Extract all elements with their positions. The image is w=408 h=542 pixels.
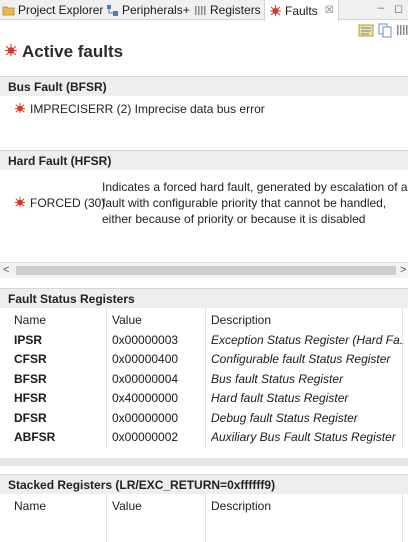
fault-bug-icon [14,196,26,211]
desc-line: either because of priority or because it… [102,212,366,226]
tab-label: Peripherals+ [122,3,190,17]
bus-fault-label: IMPRECISERR (2) Imprecise data bus error [30,102,265,116]
column-divider [205,494,206,542]
register-value: 0x00000000 [112,411,179,425]
hard-fault-description: Indicates a forced hard fault, generated… [102,179,408,227]
column-header-value[interactable]: Value [112,499,142,513]
scrollbar-thumb[interactable] [16,266,396,275]
registers-icon [194,4,207,17]
clear-icon[interactable] [358,23,374,38]
copy-icon[interactable] [377,23,393,38]
column-divider [106,494,107,542]
column-header-name[interactable]: Name [14,313,46,327]
fault-bug-icon [14,102,26,117]
bus-fault-entry: IMPRECISERR (2) Imprecise data bus error [14,102,265,117]
register-name: HFSR [14,391,47,405]
scroll-right-arrow[interactable]: > [400,264,406,276]
register-name: BFSR [14,372,47,386]
hard-fault-label: FORCED (30) [30,196,106,210]
view-tab-bar: Project Explorer Peripherals+ Registers … [0,0,408,21]
register-description: Exception Status Register (Hard Fa... [211,333,404,347]
register-description: Debug fault Status Register [211,411,358,425]
register-description: Configurable fault Status Register [211,352,391,366]
desc-line: Indicates a forced hard fault, generated… [102,180,408,194]
horizontal-scrollbar[interactable]: < > [0,262,408,278]
tab-registers[interactable]: Registers [194,0,261,20]
tab-label: Faults [285,3,318,18]
stacked-registers-title: Stacked Registers (LR/EXC_RETURN=0xfffff… [0,474,408,494]
column-divider [402,494,403,542]
register-value: 0x00000003 [112,333,179,347]
register-description: Auxiliary Bus Fault Status Register [211,430,396,444]
register-description: Hard fault Status Register [211,391,349,405]
register-name: DFSR [14,411,47,425]
register-value: 0x00000002 [112,430,179,444]
desc-line: fault with configurable priority that ca… [102,196,387,210]
tab-label: Project Explorer [18,3,104,17]
column-divider [205,308,206,448]
column-divider [106,308,107,448]
tab-peripherals[interactable]: Peripherals+ [106,0,190,20]
peripherals-icon [106,4,119,17]
page-title: Active faults [22,42,124,61]
fault-status-title: Fault Status Registers [0,288,408,308]
register-name: ABFSR [14,430,56,444]
scroll-left-arrow[interactable]: < [3,264,9,276]
active-faults-heading: Active faults [4,42,123,62]
folder-icon [2,4,15,17]
register-value: 0x00000400 [112,352,179,366]
column-header-description[interactable]: Description [211,313,271,327]
column-header-name[interactable]: Name [14,499,46,513]
register-value: 0x40000000 [112,391,179,405]
register-value: 0x00000004 [112,372,179,386]
section-divider [0,458,408,466]
minimize-icon[interactable]: – [378,2,384,14]
hard-fault-entry: FORCED (30) [14,196,105,211]
close-icon[interactable]: ☒ [325,5,334,16]
hard-fault-title: Hard Fault (HFSR) [0,150,408,170]
register-name: IPSR [14,333,43,347]
tab-project-explorer[interactable]: Project Explorer [2,0,103,20]
tab-label: Registers [210,3,261,17]
column-header-value[interactable]: Value [112,313,142,327]
view-toolbar [0,21,408,40]
maximize-icon[interactable]: ◻ [394,2,403,15]
tab-faults[interactable]: Faults ☒ [264,0,339,21]
register-name: CFSR [14,352,47,366]
register-description: Bus fault Status Register [211,372,344,386]
column-header-description[interactable]: Description [211,499,271,513]
fault-bug-icon [4,42,18,62]
fault-bug-icon [269,4,282,17]
bus-fault-title: Bus Fault (BFSR) [0,76,408,96]
registers-view-icon[interactable] [396,23,408,38]
